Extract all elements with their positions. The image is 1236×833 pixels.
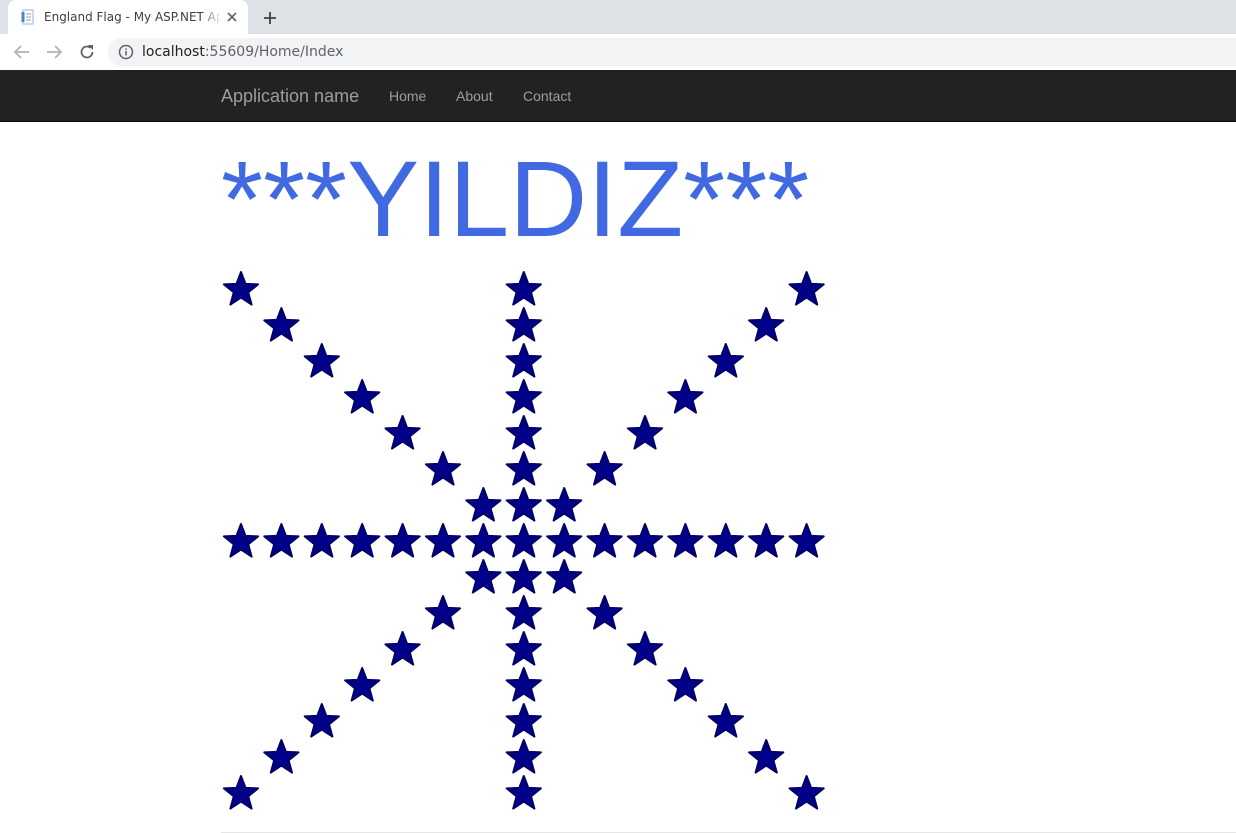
star-icon [505, 523, 542, 558]
star-icon [505, 379, 542, 414]
star-icon [505, 703, 542, 738]
star-icon [546, 523, 583, 558]
star-icon [505, 451, 542, 486]
star-icon [303, 703, 340, 738]
star-icon [505, 271, 542, 306]
star-icon [748, 739, 785, 774]
star-icon [586, 595, 623, 630]
star-icon [303, 523, 340, 558]
star-icon [424, 523, 462, 558]
star-icon [263, 523, 300, 558]
star-icon [505, 667, 542, 702]
plus-icon[interactable] [259, 7, 281, 29]
reload-icon[interactable] [75, 40, 99, 64]
browser-tab[interactable]: England Flag - My ASP.NET Application [8, 0, 248, 34]
star-icon [626, 523, 664, 558]
forward-arrow-icon[interactable] [42, 40, 66, 64]
close-icon[interactable] [224, 9, 240, 25]
nav-link-home[interactable]: Home [389, 88, 426, 104]
star-icon [465, 487, 502, 522]
url-path: :55609/Home/Index [204, 44, 344, 60]
back-arrow-icon[interactable] [10, 40, 34, 64]
star-icon [788, 271, 825, 306]
star-icon [546, 487, 583, 522]
star-icon [505, 559, 542, 594]
star-icon [465, 523, 502, 558]
star-icon [424, 595, 462, 630]
star-icon [586, 451, 623, 486]
star-icon [748, 523, 785, 558]
star-icon [707, 703, 744, 738]
tab-title: England Flag - My ASP.NET Application [44, 10, 222, 24]
star-icon [344, 379, 381, 414]
star-icon [505, 775, 542, 810]
star-icon [667, 379, 704, 414]
star-icon [222, 523, 260, 558]
star-icon [303, 343, 340, 378]
star-icon [505, 631, 542, 666]
star-icon [667, 523, 704, 558]
star-icon [748, 307, 785, 342]
address-bar[interactable]: localhost:55609/Home/Index [108, 38, 1236, 66]
star-icon [586, 523, 623, 558]
star-icon [384, 631, 421, 666]
star-icon [505, 343, 542, 378]
star-icon [546, 559, 583, 594]
info-icon[interactable] [118, 44, 134, 60]
brand-link[interactable]: Application name [221, 86, 359, 107]
tab-strip: England Flag - My ASP.NET Application [0, 0, 1236, 34]
nav-link-contact[interactable]: Contact [523, 88, 571, 104]
star-icon [222, 775, 260, 810]
star-icon [505, 595, 542, 630]
star-icon [424, 451, 462, 486]
star-icon [344, 667, 381, 702]
url-text: localhost:55609/Home/Index [142, 44, 343, 60]
star-icon [707, 343, 744, 378]
star-icon [505, 487, 542, 522]
star-icon [505, 739, 542, 774]
star-icon [384, 523, 421, 558]
document-icon [20, 9, 36, 25]
url-host: localhost [142, 44, 205, 60]
star-icon [344, 523, 381, 558]
star-icon [505, 307, 542, 342]
star-icon [626, 631, 664, 666]
browser-toolbar: localhost:55609/Home/Index [0, 34, 1236, 70]
star-icon [505, 415, 542, 450]
star-icon [667, 667, 704, 702]
star-icon [222, 271, 260, 306]
nav-link-about[interactable]: About [456, 88, 493, 104]
star-icon [384, 415, 421, 450]
star-icon [465, 559, 502, 594]
star-icon [788, 523, 825, 558]
app-navbar: Application name Home About Contact [0, 70, 1236, 122]
star-icon [707, 523, 744, 558]
page-heading: ***YILDIZ*** [221, 138, 810, 259]
star-icon [626, 415, 664, 450]
star-icon [788, 775, 825, 810]
star-pattern [222, 271, 825, 810]
star-icon [263, 739, 300, 774]
star-icon [263, 307, 300, 342]
